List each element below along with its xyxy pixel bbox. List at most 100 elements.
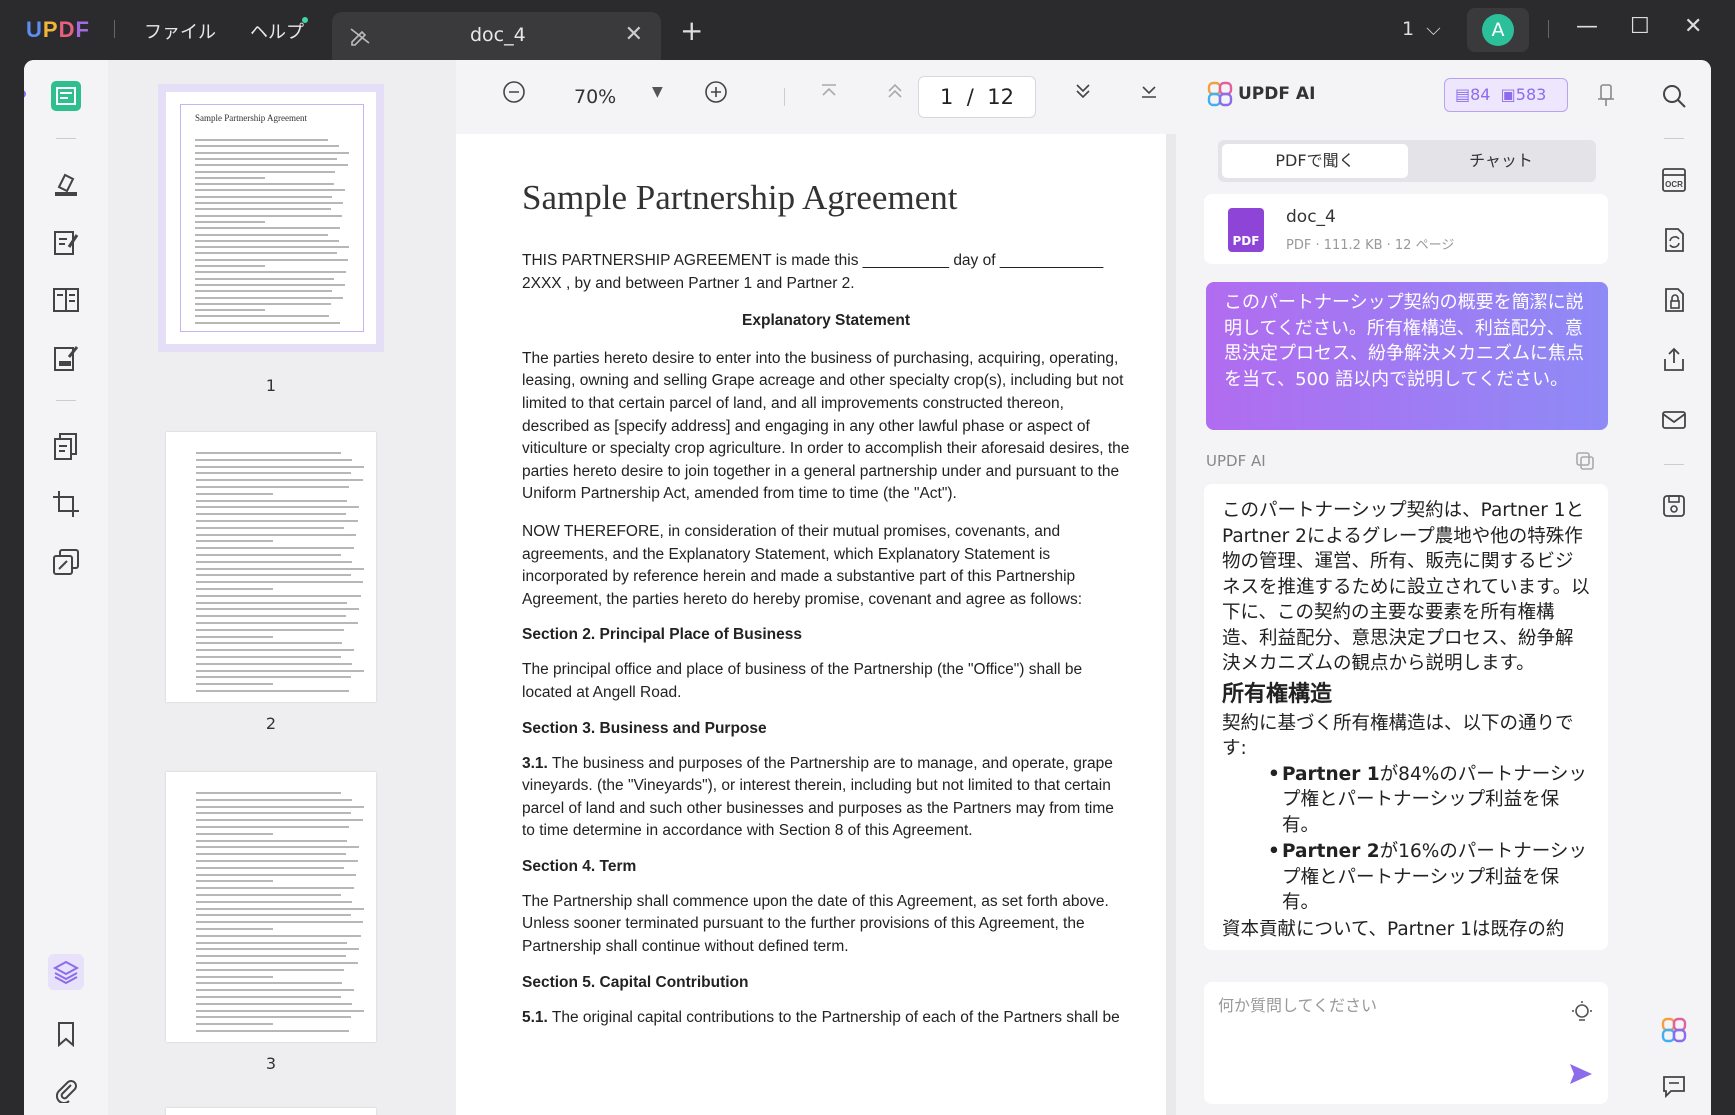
lightbulb-icon[interactable] [1570, 1000, 1594, 1030]
thumbnail-text-line [196, 948, 360, 951]
thumbnail-text-line [195, 233, 328, 236]
page-layout-icon[interactable] [48, 282, 84, 318]
file-name: doc_4 [1286, 207, 1336, 227]
thumbnail-text-line [196, 608, 360, 611]
email-icon[interactable] [1658, 404, 1690, 436]
thumbnail-text-line [196, 520, 358, 522]
ocr-icon[interactable]: OCR [1658, 164, 1690, 196]
page-thumbnail-3[interactable] [166, 772, 376, 1042]
answer-subtext: 契約に基づく所有権構造は、以下の通りです: [1222, 712, 1574, 760]
page-thumbnail-2[interactable] [166, 432, 376, 702]
thumbnail-text-line [196, 900, 353, 903]
paragraph: The parties hereto desire to enter into … [522, 349, 1130, 503]
pin-icon[interactable] [1596, 82, 1616, 112]
avatar: A [1482, 14, 1514, 46]
account-button[interactable]: A [1467, 8, 1529, 52]
minimize-icon[interactable]: — [1576, 14, 1598, 39]
new-tab-plus-icon[interactable]: + [680, 14, 703, 47]
pdf-page: Sample Partnership Agreement THIS PARTNE… [456, 134, 1166, 1115]
save-icon[interactable] [1658, 490, 1690, 522]
zoom-out-icon[interactable] [502, 80, 526, 109]
page-thumbnail-4[interactable] [166, 1108, 376, 1115]
thumbnail-text-line [195, 214, 342, 217]
section-heading: Explanatory Statement [742, 312, 910, 330]
tab-chat[interactable]: チャット [1410, 144, 1592, 178]
protect-icon[interactable] [1658, 284, 1690, 316]
tab-close-icon[interactable]: ✕ [625, 22, 643, 47]
bookmark-icon[interactable] [48, 1016, 84, 1052]
thumbnail-text-line [196, 866, 344, 869]
document-quota-icon: ▤ [1455, 85, 1471, 104]
copy-icon[interactable] [1574, 450, 1596, 476]
ai-mode-tabs: PDFで聞く チャット [1218, 140, 1596, 182]
thumbnail-text-line [196, 812, 351, 815]
ai-question-input[interactable] [1218, 996, 1538, 1015]
form-fill-icon[interactable] [48, 340, 84, 376]
close-window-icon[interactable]: ✕ [1684, 14, 1702, 39]
protect-redact-icon[interactable] [48, 544, 84, 580]
ai-quota-badge[interactable]: ▤84 ▣583 [1444, 78, 1568, 112]
thumbnail-text-line [196, 669, 365, 672]
document-tab[interactable]: doc_4 ✕ [332, 12, 661, 60]
thumbnail-text-line [196, 594, 361, 597]
convert-icon[interactable] [1658, 224, 1690, 256]
thumbnail-text-line [196, 465, 365, 468]
send-icon[interactable] [1568, 1062, 1594, 1090]
edit-pdf-icon[interactable] [48, 224, 84, 260]
thumbnail-text-line [196, 996, 341, 998]
thumbnail-text-line [196, 533, 356, 536]
reader-mode-icon[interactable] [48, 78, 84, 114]
thumbnail-text-line [196, 581, 363, 584]
window-selector[interactable]: 1 ⌵ [1402, 18, 1441, 40]
thumbnail-text-line [195, 252, 337, 255]
menu-help[interactable]: ヘルプ [250, 18, 304, 44]
thumbnail-text-line [196, 989, 355, 992]
thumbnail-text-line [195, 246, 350, 249]
search-icon[interactable] [1658, 80, 1690, 112]
previous-page-icon[interactable] [884, 80, 906, 107]
comment-icon[interactable] [1658, 1070, 1690, 1102]
thumbnail-text-line [195, 151, 350, 154]
thumbnail-text-line [195, 195, 333, 198]
thumbnail-text-line [195, 296, 344, 299]
thumbnail-text-line [196, 601, 348, 604]
thumbnail-text-line [195, 220, 266, 223]
layers-icon[interactable] [48, 954, 84, 990]
page-thumbnail-1[interactable]: Sample Partnership Agreement [158, 84, 384, 352]
ai-panel: UPDF AI ▤84 ▣583 PDFで聞く チャット PDF doc_4 P… [1176, 60, 1638, 1115]
thumbnail-text-line [196, 662, 353, 665]
thumbnail-text-line [195, 315, 330, 318]
thumbnail-text-line [196, 506, 360, 509]
zoom-in-icon[interactable] [704, 80, 728, 109]
thumbnail-text-line [196, 560, 353, 563]
right-tool-rail: OCR [1638, 60, 1711, 1115]
next-page-icon[interactable] [1072, 80, 1094, 107]
thumbnail-text-line [196, 975, 273, 978]
first-page-icon[interactable] [818, 80, 840, 107]
maximize-icon[interactable]: ☐ [1630, 14, 1650, 39]
menu-file[interactable]: ファイル [144, 18, 216, 44]
page-number-input[interactable]: 1 / 12 [918, 76, 1036, 118]
thumbnail-text-line [195, 208, 331, 211]
thumbnail-text-line [196, 574, 351, 577]
zoom-dropdown-icon[interactable]: ▼ [652, 84, 663, 100]
thumbnail-text-line [195, 290, 333, 293]
thumbnail-text-line [196, 853, 346, 856]
thumbnail-text-line [195, 164, 348, 167]
attachment-icon[interactable] [48, 1072, 84, 1108]
indicator-dot [24, 90, 26, 98]
tab-ask-pdf[interactable]: PDFで聞く [1222, 144, 1408, 178]
last-page-icon[interactable] [1138, 80, 1160, 107]
thumbnail-text-line [196, 887, 355, 890]
updf-ai-icon[interactable] [1658, 1014, 1690, 1046]
share-icon[interactable] [1658, 344, 1690, 376]
updf-logo: UPDF [26, 17, 90, 42]
divider [1664, 138, 1684, 139]
comment-highlighter-icon[interactable] [48, 166, 84, 202]
paragraph: NOW THEREFORE, in consideration of their… [522, 522, 1083, 608]
organize-pages-icon[interactable] [48, 428, 84, 464]
thumbnail-text-line [196, 683, 273, 686]
thumbnail-text-line [196, 492, 273, 495]
zoom-level[interactable]: 70% [574, 86, 616, 108]
crop-icon[interactable] [48, 486, 84, 522]
